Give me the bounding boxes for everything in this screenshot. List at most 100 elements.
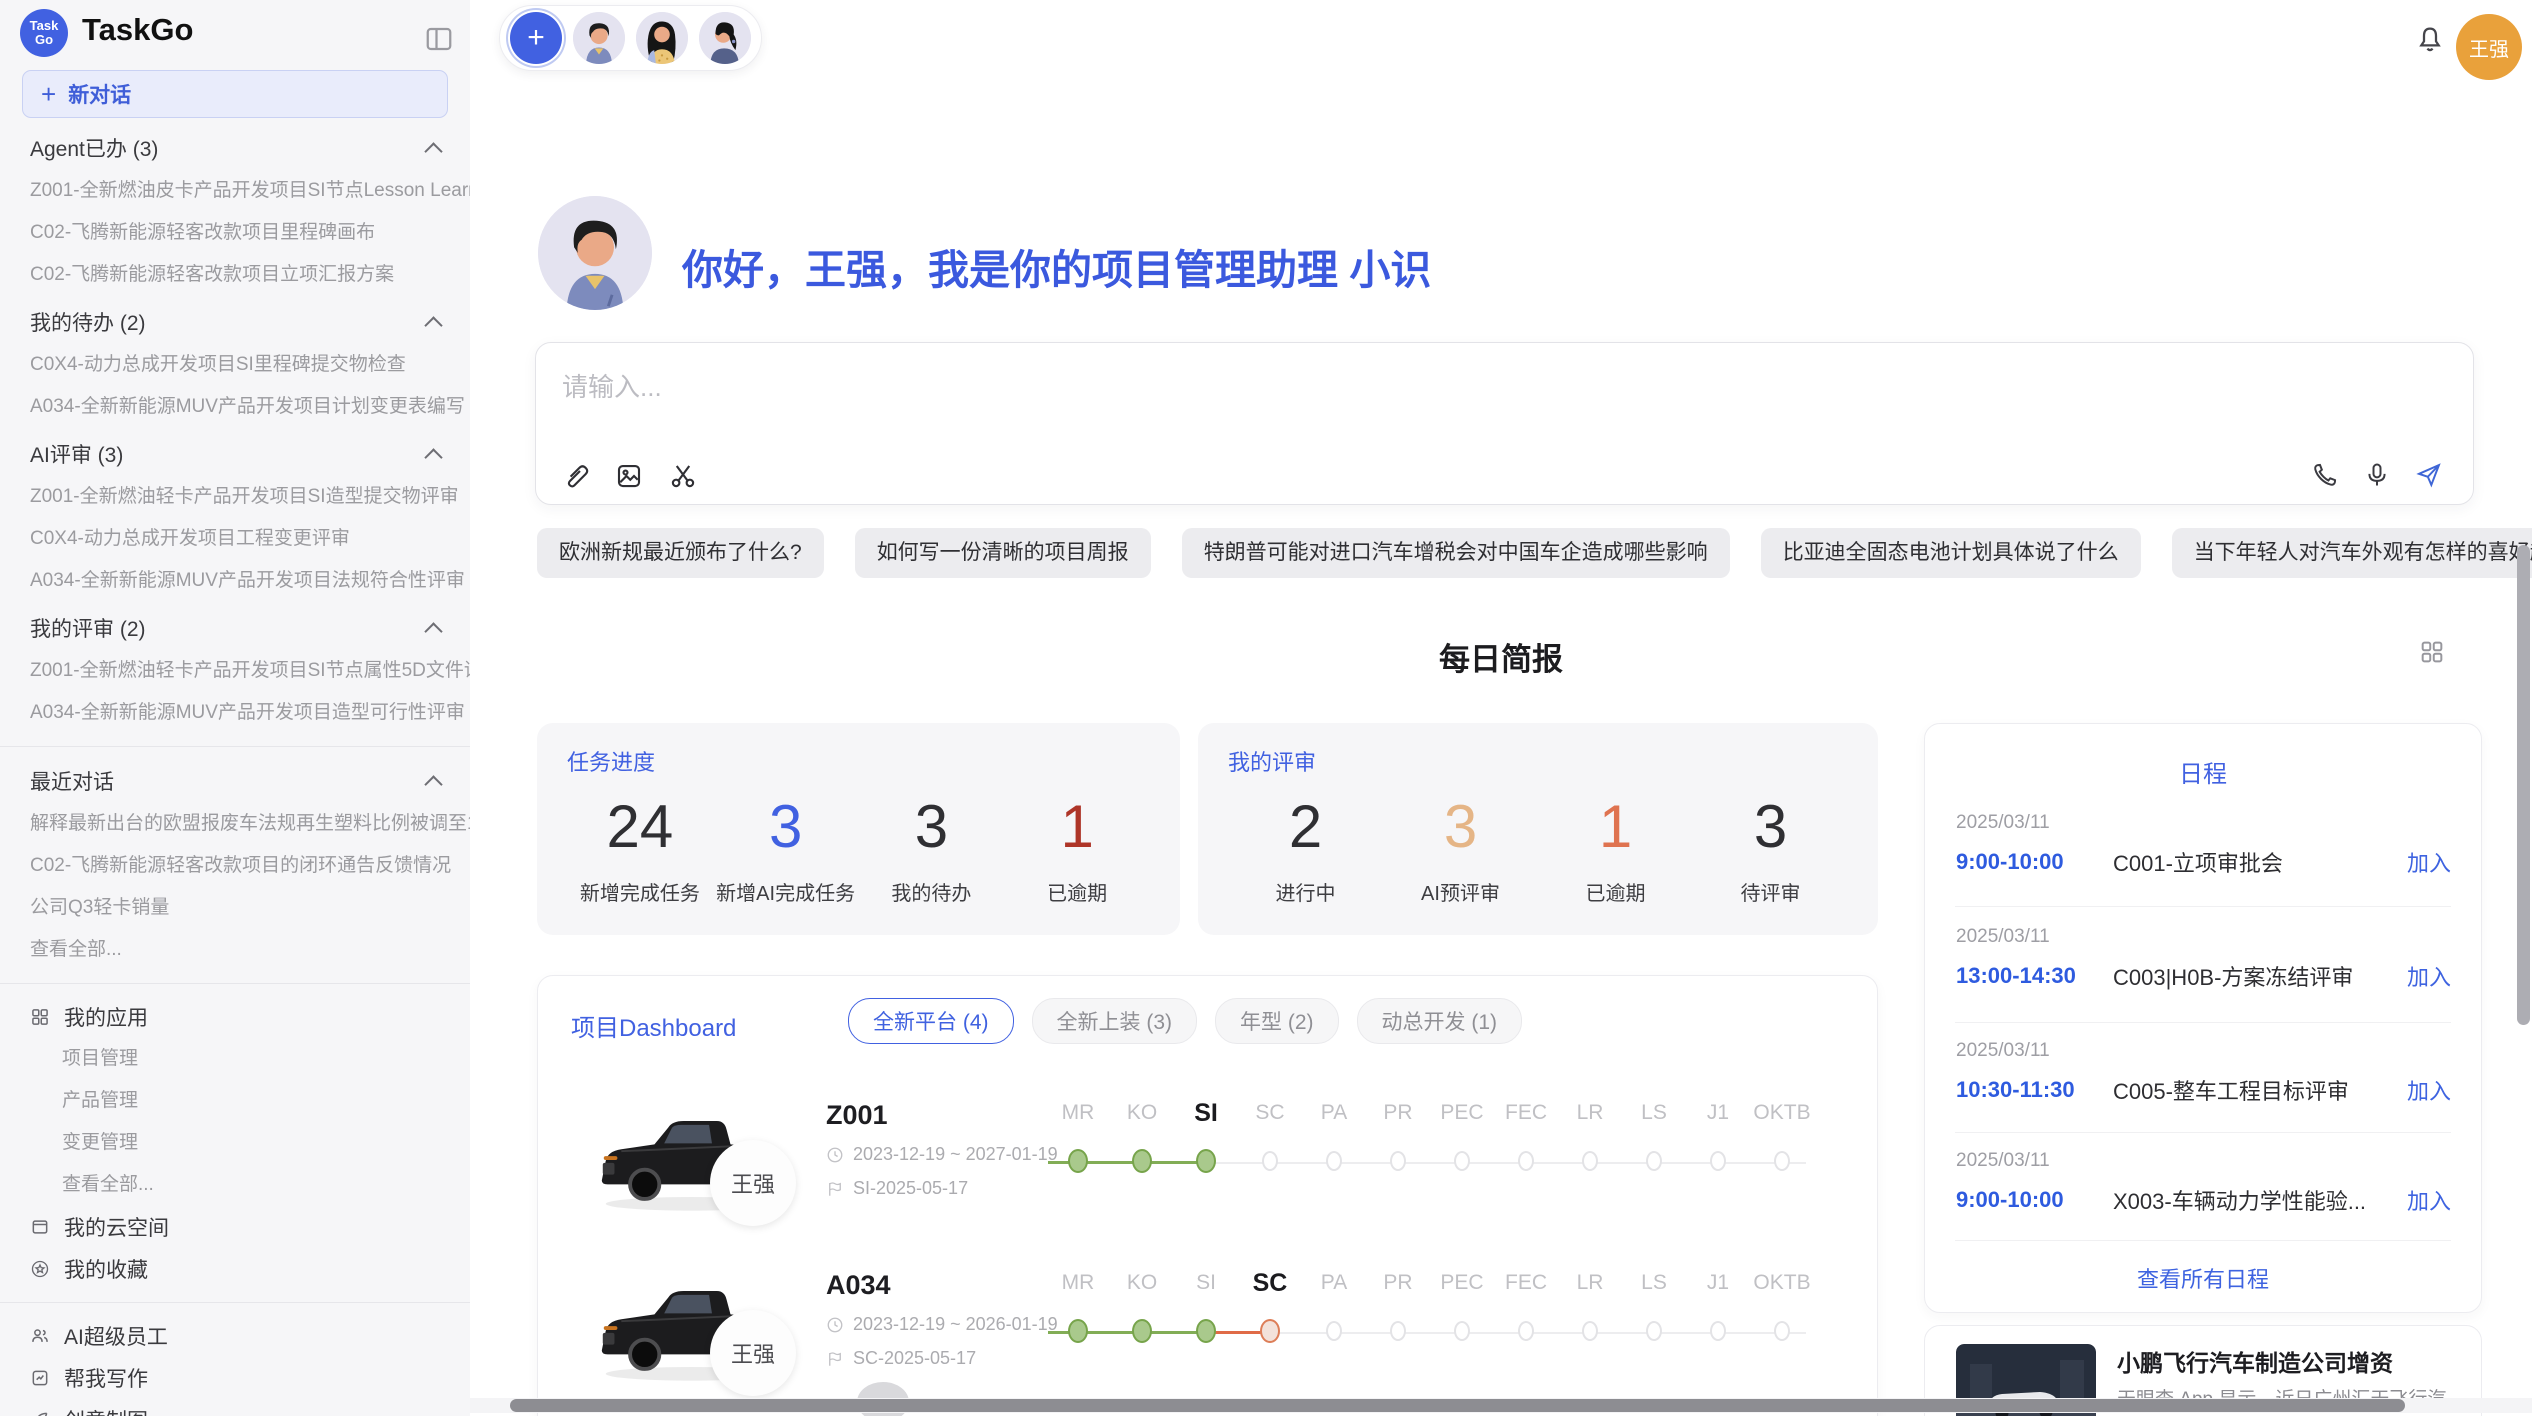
stat: 1 已逾期 [1004, 791, 1150, 906]
view-all-apps[interactable]: 查看全部... [0, 1164, 470, 1206]
join-link[interactable]: 加入 [2407, 846, 2451, 878]
new-chat-label: 新对话 [68, 79, 131, 109]
list-item[interactable]: Z001-全新燃油轻卡产品开发项目SI节点属性5D文件评审 [0, 650, 470, 692]
tab-new-platform[interactable]: 全新平台 (4) [848, 998, 1014, 1044]
quill-icon [30, 1410, 50, 1416]
suggestion-chip[interactable]: 特朗普可能对进口汽车增税会对中国车企造成哪些影响 [1182, 528, 1730, 578]
project-row[interactable]: 王强 Z001 2023-12-19 ~ 2027-01-19 [538, 1076, 1877, 1246]
suggestion-chip[interactable]: 比亚迪全固态电池计划具体说了什么 [1761, 528, 2141, 578]
milestone-dot-done [1132, 1149, 1152, 1173]
sidebar-item-my-apps[interactable]: 我的应用 [0, 996, 470, 1038]
user-avatar[interactable]: 王强 [2456, 14, 2522, 80]
clock-icon [826, 1316, 844, 1334]
stat: 3 新增AI完成任务 [713, 791, 859, 906]
list-item[interactable]: 解释最新出台的欧盟报废车法规再生塑料比例被调至15%... [0, 803, 470, 845]
list-item[interactable]: Z001-全新燃油轻卡产品开发项目SI造型提交物评审 [0, 476, 470, 518]
milestone-dot-done [1196, 1319, 1216, 1343]
collapse-sidebar-icon[interactable] [424, 24, 454, 54]
avatar-agent-3[interactable] [699, 12, 751, 64]
section-my-review[interactable]: 我的评审 (2) [0, 606, 470, 650]
tab-new-body[interactable]: 全新上装 (3) [1032, 998, 1198, 1044]
sidebar-item-ai-super-staff[interactable]: AI超级员工 [0, 1315, 470, 1357]
people-icon [30, 1326, 50, 1346]
app-logo: Task Go [20, 9, 68, 57]
project-next-milestone: SC-2025-05-17 [853, 1348, 976, 1369]
app-window: Task Go TaskGo + 新对话 Agent已办 (3) Z001-全新… [0, 0, 2532, 1416]
tab-model-year[interactable]: 年型 (2) [1215, 998, 1339, 1044]
chevron-up-icon [424, 142, 442, 160]
daily-briefing-title: 每日简报 [470, 634, 2532, 679]
milestone-dot [1326, 1321, 1342, 1341]
avatar-agent-1[interactable] [573, 12, 625, 64]
chat-input[interactable] [542, 361, 1764, 413]
list-item[interactable]: A034-全新新能源MUV产品开发项目法规符合性评审 [0, 560, 470, 602]
view-all-schedule[interactable]: 查看所有日程 [1925, 1262, 2481, 1294]
section-ai-review[interactable]: AI评审 (3) [0, 432, 470, 476]
stat: 2 进行中 [1228, 791, 1383, 906]
sidebar-item-cloud-space[interactable]: 我的云空间 [0, 1206, 470, 1248]
divider [0, 746, 470, 747]
bell-icon[interactable] [2414, 24, 2446, 56]
send-icon[interactable] [2415, 461, 2445, 491]
list-item[interactable]: C0X4-动力总成开发项目工程变更评审 [0, 518, 470, 560]
milestone-dot [1646, 1321, 1662, 1341]
add-agent-button[interactable]: + [510, 12, 562, 64]
flag-icon [826, 1180, 844, 1198]
sidebar-item-change-mgmt[interactable]: 变更管理 [0, 1122, 470, 1164]
chat-input-card [535, 342, 2474, 505]
image-icon[interactable] [614, 461, 644, 491]
paperclip-icon[interactable] [560, 461, 590, 491]
list-item[interactable]: 公司Q3轻卡销量 [0, 887, 470, 929]
schedule-title: 日程 [1925, 754, 2481, 789]
view-all-recent[interactable]: 查看全部... [0, 929, 470, 971]
list-item[interactable]: Z001-全新燃油皮卡产品开发项目SI节点Lesson Learn报告 [0, 170, 470, 212]
main-area: + [470, 0, 2532, 1416]
join-link[interactable]: 加入 [2407, 960, 2451, 992]
sidebar-item-creative-drawing[interactable]: 创意制图 [0, 1399, 470, 1416]
logo-line1: Task [30, 19, 59, 33]
clock-icon [826, 1146, 844, 1164]
section-agent-done[interactable]: Agent已办 (3) [0, 126, 470, 170]
divider [1955, 1132, 2451, 1133]
stat: 24 新增完成任务 [567, 791, 713, 906]
milestone-dot [1582, 1151, 1598, 1171]
schedule-card: 日程 2025/03/11 9:00-10:00 C001-立项审批会 加入 2… [1924, 723, 2482, 1313]
milestone-dot [1582, 1321, 1598, 1341]
tab-powertrain[interactable]: 动总开发 (1) [1357, 998, 1523, 1044]
sidebar-item-product-mgmt[interactable]: 产品管理 [0, 1080, 470, 1122]
project-dates: 2023-12-19 ~ 2027-01-19 [853, 1144, 1058, 1165]
project-row[interactable]: 王强 A034 2023-12-19 ~ 2026-01-19 [538, 1246, 1877, 1416]
section-my-todo[interactable]: 我的待办 (2) [0, 300, 470, 344]
scissors-icon[interactable] [668, 461, 698, 491]
avatar-agent-2[interactable] [636, 12, 688, 64]
suggestion-chip[interactable]: 当下年轻人对汽车外观有怎样的喜好趋势 [2172, 528, 2532, 578]
milestone-timeline: MR KO SI SC PA PR PEC FEC LR LS J1 OKTB [1046, 1094, 1814, 1190]
list-item[interactable]: C0X4-动力总成开发项目SI里程碑提交物检查 [0, 344, 470, 386]
list-item[interactable]: A034-全新新能源MUV产品开发项目计划变更表编写 [0, 386, 470, 428]
grid-layout-icon[interactable] [2418, 638, 2446, 666]
chevron-up-icon [424, 448, 442, 466]
phone-icon[interactable] [2311, 461, 2341, 491]
join-link[interactable]: 加入 [2407, 1074, 2451, 1106]
list-item[interactable]: C02-飞腾新能源轻客改款项目的闭环通告反馈情况 [0, 845, 470, 887]
suggestion-chip[interactable]: 欧洲新规最近颁布了什么? [537, 528, 824, 578]
agent-quickbar: + [499, 5, 762, 71]
sidebar-item-favorites[interactable]: 我的收藏 [0, 1248, 470, 1290]
list-item[interactable]: C02-飞腾新能源轻客改款项目里程碑画布 [0, 212, 470, 254]
vertical-scrollbar[interactable] [2517, 545, 2530, 1025]
horizontal-scrollbar[interactable] [510, 1399, 2405, 1412]
microphone-icon[interactable] [2363, 461, 2393, 491]
suggestion-chip[interactable]: 如何写一份清晰的项目周报 [855, 528, 1151, 578]
join-link[interactable]: 加入 [2407, 1184, 2451, 1216]
milestone-dot [1646, 1151, 1662, 1171]
milestone-dot [1390, 1151, 1406, 1171]
milestone-dot [1774, 1151, 1790, 1171]
section-recent-chats[interactable]: 最近对话 [0, 759, 470, 803]
chevron-up-icon [424, 316, 442, 334]
list-item[interactable]: A034-全新新能源MUV产品开发项目造型可行性评审 [0, 692, 470, 734]
list-item[interactable]: C02-飞腾新能源轻客改款项目立项汇报方案 [0, 254, 470, 296]
sidebar-item-project-mgmt[interactable]: 项目管理 [0, 1038, 470, 1080]
divider [1955, 1240, 2451, 1241]
new-chat-button[interactable]: + 新对话 [22, 70, 448, 118]
sidebar-item-help-me-write[interactable]: 帮我写作 [0, 1357, 470, 1399]
